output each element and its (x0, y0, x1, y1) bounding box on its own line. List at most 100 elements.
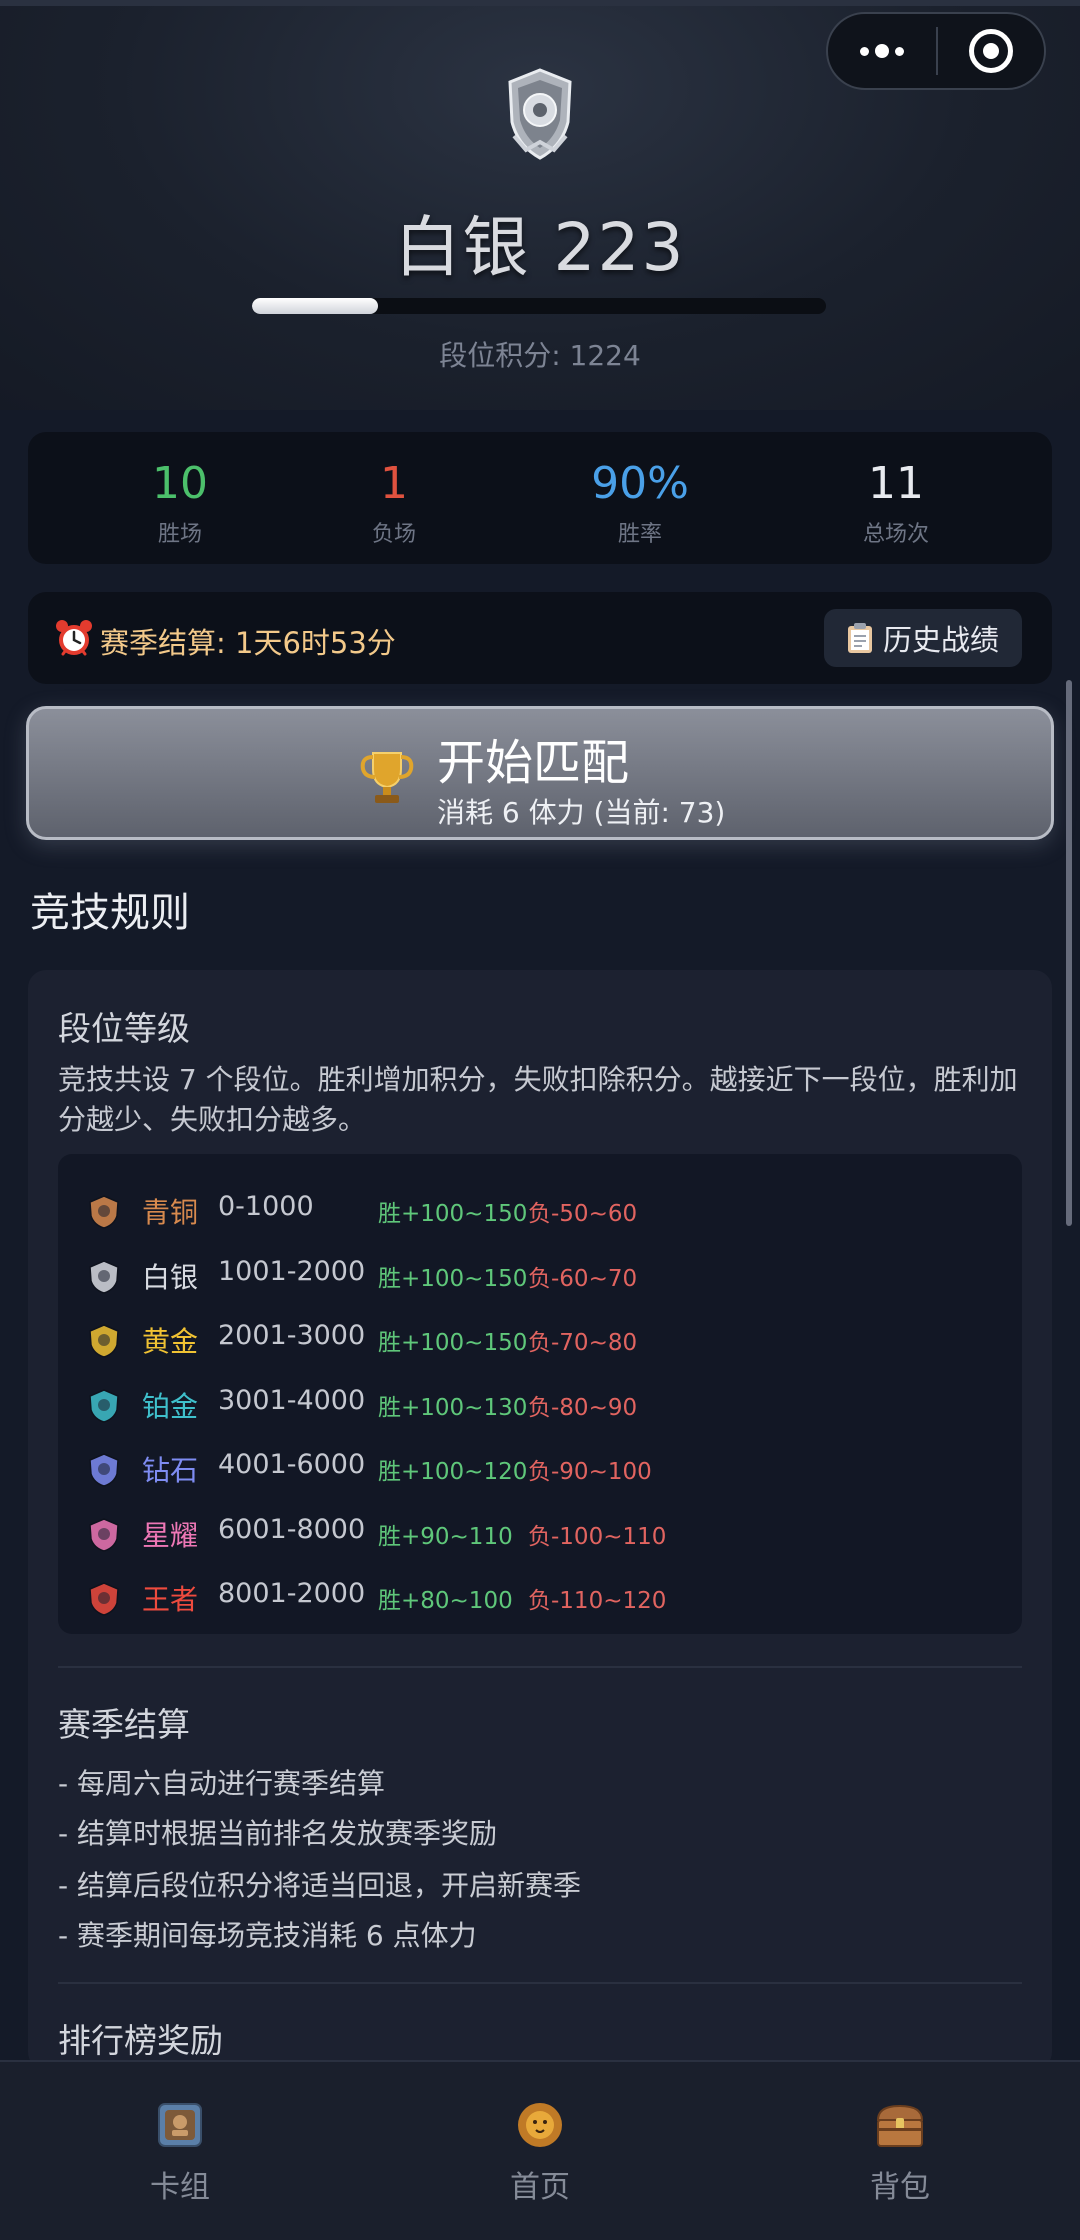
rank-progress-fill (252, 298, 379, 314)
tier-row: 钻石 4001-6000 胜+100~120 负-90~100 (58, 1436, 1022, 1500)
tiers-heading: 段位等级 (58, 1009, 190, 1048)
tier-range: 2001-3000 (218, 1320, 366, 1351)
more-dot-icon (875, 44, 889, 58)
stat-value: 10 (152, 458, 208, 509)
tier-win-points: 胜+100~130 (378, 1394, 528, 1421)
tier-range: 4001-6000 (218, 1449, 366, 1480)
tier-name: 王者 (142, 1583, 199, 1616)
history-record-button[interactable]: 历史战绩 (824, 609, 1022, 667)
tier-lose-points: 负-110~120 (528, 1588, 667, 1614)
start-match-title: 开始匹配 (437, 735, 630, 791)
tab-home[interactable]: 首页 (440, 2100, 640, 2206)
tier-name: 青铜 (142, 1196, 199, 1229)
platinum-emblem-icon (89, 1388, 119, 1423)
tier-lose-points: 负-70~80 (528, 1330, 638, 1356)
gold-emblem-icon (89, 1324, 119, 1358)
tier-lose-points: 负-100~110 (528, 1523, 667, 1550)
star-emblem-icon (89, 1517, 119, 1552)
bronze-emblem-icon (89, 1195, 119, 1229)
stat-value: 11 (868, 458, 924, 509)
tier-row: 星耀 6001-8000 胜+90~110 负-100~110 (58, 1501, 1022, 1565)
stats-card: 10 胜场 1 负场 90% 胜率 11 总场次 (28, 432, 1052, 564)
clipboard-icon (847, 623, 872, 653)
rank-title: 白银 223 (394, 209, 686, 286)
bottom-tab-bar: 卡组 首页 背包 (0, 2060, 1080, 2240)
tier-range: 6001-8000 (218, 1513, 366, 1545)
silver-emblem-icon (508, 68, 572, 160)
tier-name: 星耀 (142, 1518, 199, 1552)
target-icon (969, 29, 1013, 73)
history-record-label: 历史战绩 (882, 623, 999, 657)
season-rule-item: - 赛季期间每场竞技消耗 6 点体力 (58, 1919, 477, 1952)
stat-label: 胜率 (617, 522, 662, 547)
tier-row: 铂金 3001-4000 胜+100~130 负-80~90 (58, 1372, 1022, 1436)
close-miniprogram-button[interactable] (938, 29, 1044, 73)
silver-emblem-icon (89, 1259, 119, 1294)
miniprogram-capsule (826, 12, 1046, 90)
tier-win-points: 胜+100~120 (378, 1459, 528, 1485)
tier-lose-points: 负-90~100 (528, 1459, 652, 1485)
tier-lose-points: 负-60~70 (528, 1265, 638, 1292)
leaderboard-heading: 排行榜奖励 (58, 2021, 223, 2060)
season-rule-item: - 结算后段位积分将适当回退，开启新赛季 (58, 1869, 582, 1902)
treasure-chest-icon (876, 2104, 924, 2147)
stat-losses: 1 负场 (294, 460, 494, 548)
tier-row: 王者 8001-20000 胜+80~100 负-110~120 (58, 1565, 1022, 1629)
rank-header: 白银 223 段位积分: 1224 (0, 6, 1080, 410)
season-heading: 赛季结算 (58, 1705, 190, 1744)
tier-lose-points: 负-50~60 (528, 1201, 638, 1227)
tier-win-points: 胜+100~150 (378, 1330, 528, 1356)
start-match-button[interactable]: 开始匹配 消耗 6 体力 (当前: 73) (26, 706, 1054, 840)
more-dot-icon (895, 46, 904, 56)
more-menu-button[interactable] (828, 14, 936, 88)
tier-table: 青铜 0-1000 胜+100~150 负-50~60 白银 1001-2000 胜+100… (58, 1154, 1022, 1634)
season-rule-item: - 每周六自动进行赛季结算 (58, 1767, 386, 1800)
more-dot-icon (860, 46, 869, 56)
tier-name: 铂金 (142, 1389, 199, 1423)
card-deck-icon (158, 2103, 202, 2147)
tab-label: 卡组 (150, 2170, 210, 2205)
rank-progress-bar (252, 298, 826, 314)
season-countdown-text: 赛季结算: 1天6时53分 (100, 626, 396, 660)
stat-label: 总场次 (862, 522, 929, 547)
stat-wins: 10 胜场 (80, 460, 280, 548)
tier-name: 钻石 (142, 1454, 199, 1487)
tier-win-points: 胜+80~100 (378, 1588, 513, 1614)
tier-range: 1001-2000 (218, 1255, 366, 1287)
rules-section-title: 竞技规则 (30, 890, 190, 936)
tier-range: 8001-20000 (218, 1578, 366, 1609)
tier-name: 黄金 (142, 1325, 199, 1358)
start-match-cost: 消耗 6 体力 (当前: 73) (437, 796, 726, 829)
king-emblem-icon (89, 1582, 119, 1616)
scrollbar[interactable] (1066, 680, 1072, 1226)
tab-label: 首页 (510, 2170, 570, 2205)
tab-label: 背包 (870, 2170, 930, 2205)
section-divider (58, 1982, 1022, 1984)
alarm-clock-icon (56, 620, 92, 656)
stat-value: 90% (591, 458, 689, 509)
tab-card-deck[interactable]: 卡组 (80, 2100, 280, 2206)
tier-range: 3001-4000 (218, 1384, 366, 1416)
stat-label: 负场 (371, 522, 416, 547)
tier-name: 白银 (142, 1260, 199, 1294)
tier-win-points: 胜+100~150 (378, 1265, 528, 1292)
stat-total: 11 总场次 (796, 460, 996, 548)
stat-label: 胜场 (157, 522, 202, 547)
stat-win-rate: 90% 胜率 (540, 460, 740, 548)
lion-home-icon (518, 2103, 562, 2147)
tier-row: 青铜 0-1000 胜+100~150 负-50~60 (58, 1178, 1022, 1242)
rank-points: 段位积分: 1224 (439, 339, 641, 372)
tiers-description: 竞技共设 7 个段位。胜利增加积分，失败扣除积分。越接近下一段位，胜利加分越少、… (58, 1063, 1018, 1136)
tier-row: 白银 1001-2000 胜+100~150 负-60~70 (58, 1243, 1022, 1307)
stat-value: 1 (380, 458, 408, 509)
season-rule-item: - 结算时根据当前排名发放赛季奖励 (58, 1817, 498, 1850)
tier-win-points: 胜+100~150 (378, 1201, 528, 1227)
tier-lose-points: 负-80~90 (528, 1394, 638, 1421)
tier-row: 黄金 2001-3000 胜+100~150 负-70~80 (58, 1307, 1022, 1371)
tier-range: 0-1000 (218, 1191, 314, 1222)
tier-win-points: 胜+90~110 (378, 1523, 513, 1550)
trophy-icon (360, 752, 414, 803)
tab-backpack[interactable]: 背包 (800, 2100, 1000, 2206)
diamond-emblem-icon (89, 1453, 119, 1487)
section-divider (58, 1666, 1022, 1668)
